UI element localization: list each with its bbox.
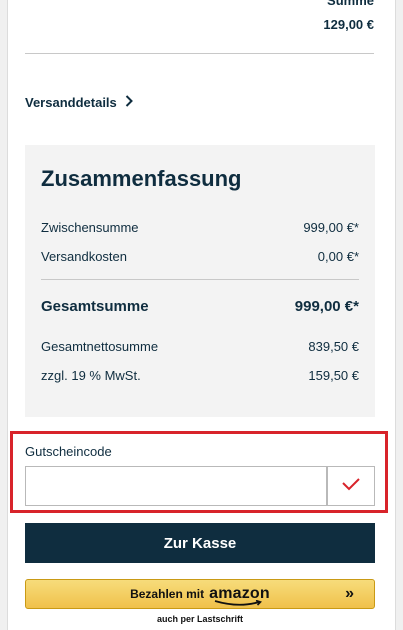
summary-row-subtotal: Zwischensumme 999,00 €* bbox=[41, 220, 359, 235]
checkout-button[interactable]: Zur Kasse bbox=[25, 523, 375, 563]
subtotal-label: Zwischensumme bbox=[41, 220, 139, 235]
vat-label: zzgl. 19 % MwSt. bbox=[41, 368, 141, 383]
subtotal-value: 999,00 €* bbox=[303, 220, 359, 235]
summary-row-net: Gesamtnettosumme 839,50 € bbox=[41, 339, 359, 354]
coupon-submit-button[interactable] bbox=[327, 466, 375, 506]
shipping-details-label: Versanddetails bbox=[25, 94, 117, 110]
shipping-details-link[interactable]: Versanddetails bbox=[25, 94, 133, 110]
summary-row-vat: zzgl. 19 % MwSt. 159,50 € bbox=[41, 368, 359, 383]
amazon-logo: amazon bbox=[209, 585, 270, 606]
coupon-label: Gutscheincode bbox=[25, 444, 112, 459]
checkout-button-label: Zur Kasse bbox=[163, 534, 237, 552]
left-frame-border bbox=[0, 0, 8, 630]
cart-sum-label: Summe bbox=[327, 0, 374, 8]
summary-title: Zusammenfassung bbox=[41, 166, 242, 191]
order-summary-panel: Zusammenfassung Zwischensumme 999,00 €* … bbox=[25, 145, 375, 417]
cart-sum-value: 129,00 € bbox=[323, 17, 374, 32]
coupon-code-input[interactable] bbox=[25, 466, 327, 506]
shipping-cost-value: 0,00 €* bbox=[317, 249, 359, 264]
double-chevron-icon: » bbox=[345, 585, 354, 602]
net-total-label: Gesamtnettosumme bbox=[41, 339, 159, 354]
checkmark-icon bbox=[341, 477, 361, 496]
amazon-pay-button[interactable]: Bezahlen mit amazon » bbox=[25, 579, 375, 609]
chevron-right-icon bbox=[125, 94, 133, 110]
amazon-pay-prefix: Bezahlen mit bbox=[130, 587, 205, 601]
summary-divider bbox=[41, 279, 359, 280]
amazon-smile-icon bbox=[214, 600, 263, 606]
net-total-value: 839,50 € bbox=[308, 339, 359, 354]
total-label: Gesamtsumme bbox=[41, 298, 149, 315]
amazon-pay-subtext: auch per Lastschrift bbox=[156, 614, 244, 624]
right-frame-border bbox=[395, 0, 403, 630]
shipping-cost-label: Versandkosten bbox=[41, 249, 128, 264]
vat-value: 159,50 € bbox=[308, 368, 359, 383]
summary-row-total: Gesamtsumme 999,00 €* bbox=[41, 298, 359, 315]
total-value: 999,00 €* bbox=[294, 298, 359, 315]
divider bbox=[25, 53, 374, 54]
summary-row-shipping: Versandkosten 0,00 €* bbox=[41, 249, 359, 264]
